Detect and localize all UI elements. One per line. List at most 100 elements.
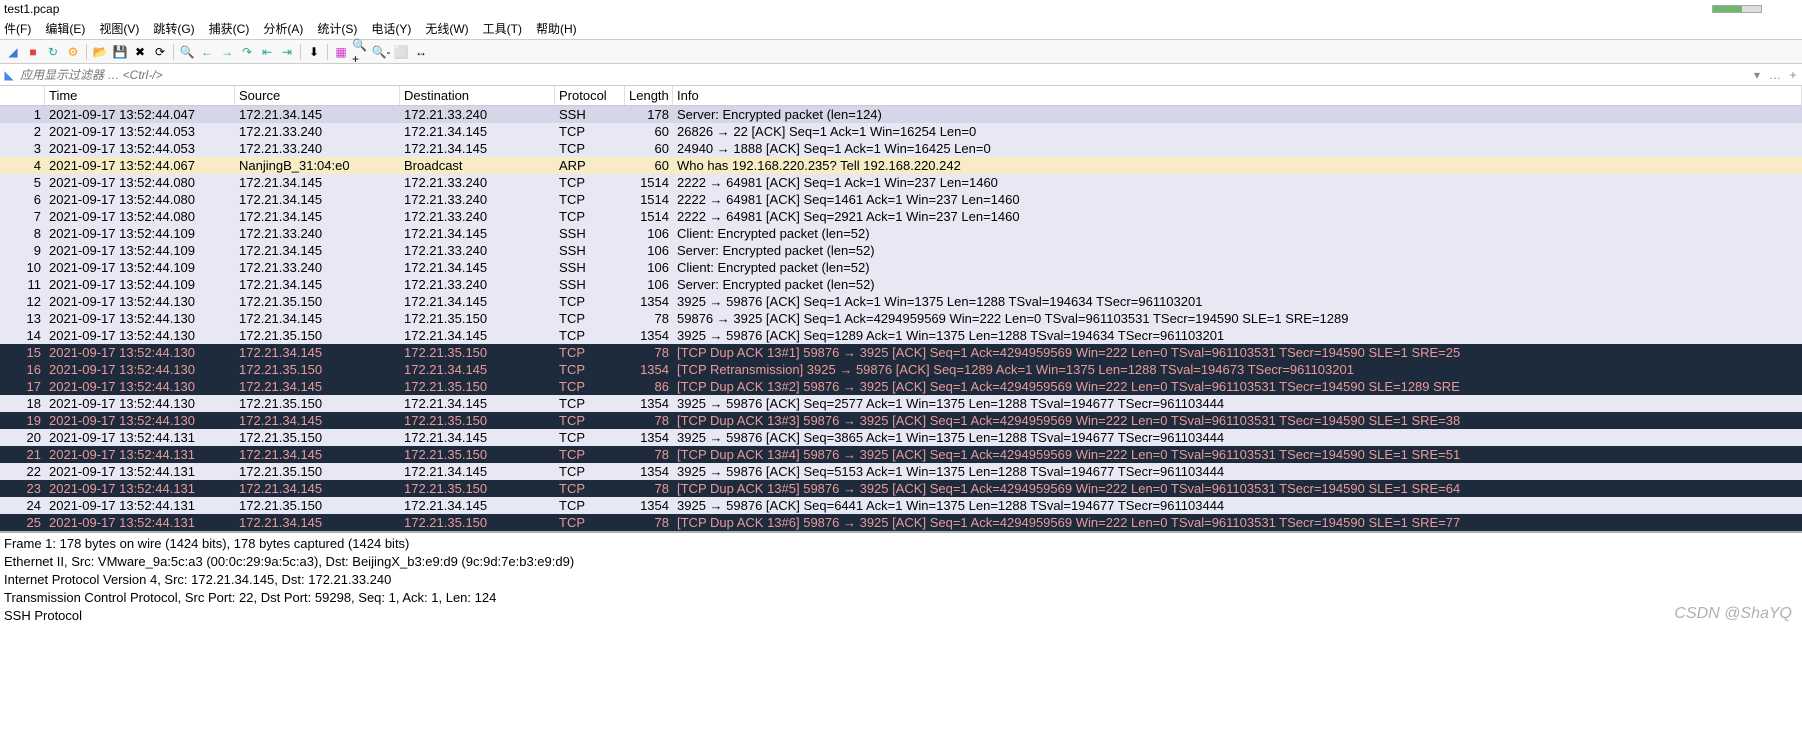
packet-row[interactable]: 172021-09-17 13:52:44.130172.21.34.14517… bbox=[0, 378, 1802, 395]
cell-len: 86 bbox=[625, 378, 673, 395]
packet-row[interactable]: 12021-09-17 13:52:44.047172.21.34.145172… bbox=[0, 106, 1802, 123]
col-header-source[interactable]: Source bbox=[235, 86, 400, 105]
packet-row[interactable]: 32021-09-17 13:52:44.053172.21.33.240172… bbox=[0, 140, 1802, 157]
save-file-icon[interactable]: 💾 bbox=[111, 43, 129, 61]
go-last-icon[interactable]: ⇥ bbox=[278, 43, 296, 61]
stop-capture-icon[interactable]: ■ bbox=[24, 43, 42, 61]
packet-row[interactable]: 142021-09-17 13:52:44.130172.21.35.15017… bbox=[0, 327, 1802, 344]
packet-row[interactable]: 202021-09-17 13:52:44.131172.21.35.15017… bbox=[0, 429, 1802, 446]
cell-time: 2021-09-17 13:52:44.130 bbox=[45, 327, 235, 344]
detail-ip[interactable]: Internet Protocol Version 4, Src: 172.21… bbox=[4, 571, 1798, 589]
go-first-icon[interactable]: ⇤ bbox=[258, 43, 276, 61]
auto-scroll-icon[interactable]: ⬇ bbox=[305, 43, 323, 61]
window-title: test1.pcap bbox=[4, 2, 59, 16]
cell-len: 1514 bbox=[625, 191, 673, 208]
display-filter-input[interactable] bbox=[18, 66, 1748, 84]
packet-row[interactable]: 92021-09-17 13:52:44.109172.21.34.145172… bbox=[0, 242, 1802, 259]
packet-row[interactable]: 152021-09-17 13:52:44.130172.21.34.14517… bbox=[0, 344, 1802, 361]
packet-row[interactable]: 52021-09-17 13:52:44.080172.21.34.145172… bbox=[0, 174, 1802, 191]
col-header-length[interactable]: Length bbox=[625, 86, 673, 105]
cell-src: 172.21.34.145 bbox=[235, 208, 400, 225]
packet-row[interactable]: 42021-09-17 13:52:44.067NanjingB_31:04:e… bbox=[0, 157, 1802, 174]
cell-time: 2021-09-17 13:52:44.130 bbox=[45, 293, 235, 310]
find-packet-icon[interactable]: 🔍 bbox=[178, 43, 196, 61]
detail-ethernet[interactable]: Ethernet II, Src: VMware_9a:5c:a3 (00:0c… bbox=[4, 553, 1798, 571]
packet-row[interactable]: 182021-09-17 13:52:44.130172.21.35.15017… bbox=[0, 395, 1802, 412]
cell-time: 2021-09-17 13:52:44.080 bbox=[45, 191, 235, 208]
col-header-no[interactable] bbox=[0, 86, 45, 105]
packet-row[interactable]: 62021-09-17 13:52:44.080172.21.34.145172… bbox=[0, 191, 1802, 208]
packet-row[interactable]: 82021-09-17 13:52:44.109172.21.33.240172… bbox=[0, 225, 1802, 242]
cell-time: 2021-09-17 13:52:44.109 bbox=[45, 276, 235, 293]
packet-row[interactable]: 252021-09-17 13:52:44.131172.21.34.14517… bbox=[0, 514, 1802, 531]
cell-info: [TCP Dup ACK 13#3] 59876 → 3925 [ACK] Se… bbox=[673, 412, 1802, 429]
packet-details[interactable]: Frame 1: 178 bytes on wire (1424 bits), … bbox=[0, 531, 1802, 627]
packet-row[interactable]: 192021-09-17 13:52:44.130172.21.34.14517… bbox=[0, 412, 1802, 429]
cell-no: 7 bbox=[0, 208, 45, 225]
menu-capture[interactable]: 捕获(C) bbox=[209, 20, 250, 37]
cell-time: 2021-09-17 13:52:44.131 bbox=[45, 480, 235, 497]
cell-no: 10 bbox=[0, 259, 45, 276]
packet-row[interactable]: 212021-09-17 13:52:44.131172.21.34.14517… bbox=[0, 446, 1802, 463]
menu-tools[interactable]: 工具(T) bbox=[483, 20, 522, 37]
menu-telephony[interactable]: 电话(Y) bbox=[371, 20, 411, 37]
cell-src: 172.21.34.145 bbox=[235, 106, 400, 123]
colorize-icon[interactable]: ▦ bbox=[332, 43, 350, 61]
cell-info: 2222 → 64981 [ACK] Seq=1 Ack=1 Win=237 L… bbox=[673, 174, 1802, 191]
bookmark-icon[interactable]: ◣ bbox=[0, 68, 18, 82]
col-header-info[interactable]: Info bbox=[673, 86, 1802, 105]
menu-edit[interactable]: 编辑(E) bbox=[45, 20, 85, 37]
packet-row[interactable]: 22021-09-17 13:52:44.053172.21.33.240172… bbox=[0, 123, 1802, 140]
menu-help[interactable]: 帮助(H) bbox=[536, 20, 577, 37]
cell-no: 21 bbox=[0, 446, 45, 463]
cell-info: 3925 → 59876 [ACK] Seq=1289 Ack=1 Win=13… bbox=[673, 327, 1802, 344]
restart-capture-icon[interactable]: ↻ bbox=[44, 43, 62, 61]
col-header-protocol[interactable]: Protocol bbox=[555, 86, 625, 105]
col-header-destination[interactable]: Destination bbox=[400, 86, 555, 105]
filter-add-icon[interactable]: + bbox=[1784, 68, 1802, 82]
packet-row[interactable]: 232021-09-17 13:52:44.131172.21.34.14517… bbox=[0, 480, 1802, 497]
go-back-icon[interactable]: ← bbox=[198, 43, 216, 61]
capture-options-icon[interactable]: ⚙ bbox=[64, 43, 82, 61]
cell-proto: TCP bbox=[555, 378, 625, 395]
open-file-icon[interactable]: 📂 bbox=[91, 43, 109, 61]
packet-row[interactable]: 122021-09-17 13:52:44.130172.21.35.15017… bbox=[0, 293, 1802, 310]
start-capture-icon[interactable]: ◢ bbox=[4, 43, 22, 61]
go-to-packet-icon[interactable]: ↷ bbox=[238, 43, 256, 61]
cell-dst: 172.21.35.150 bbox=[400, 514, 555, 531]
detail-tcp[interactable]: Transmission Control Protocol, Src Port:… bbox=[4, 589, 1798, 607]
go-forward-icon[interactable]: → bbox=[218, 43, 236, 61]
cell-src: 172.21.34.145 bbox=[235, 378, 400, 395]
packet-row[interactable]: 112021-09-17 13:52:44.109172.21.34.14517… bbox=[0, 276, 1802, 293]
packet-row[interactable]: 242021-09-17 13:52:44.131172.21.35.15017… bbox=[0, 497, 1802, 514]
close-file-icon[interactable]: ✖ bbox=[131, 43, 149, 61]
detail-frame[interactable]: Frame 1: 178 bytes on wire (1424 bits), … bbox=[4, 535, 1798, 553]
menu-analyze[interactable]: 分析(A) bbox=[263, 20, 303, 37]
menu-go[interactable]: 跳转(G) bbox=[153, 20, 194, 37]
filter-dropdown-icon[interactable]: ▾ bbox=[1748, 68, 1766, 82]
packet-list-header[interactable]: Time Source Destination Protocol Length … bbox=[0, 86, 1802, 106]
reload-icon[interactable]: ⟳ bbox=[151, 43, 169, 61]
packet-row[interactable]: 132021-09-17 13:52:44.130172.21.34.14517… bbox=[0, 310, 1802, 327]
zoom-reset-icon[interactable]: ⬜ bbox=[392, 43, 410, 61]
packet-row[interactable]: 222021-09-17 13:52:44.131172.21.35.15017… bbox=[0, 463, 1802, 480]
packet-row[interactable]: 102021-09-17 13:52:44.109172.21.33.24017… bbox=[0, 259, 1802, 276]
cell-dst: 172.21.34.145 bbox=[400, 140, 555, 157]
packet-row[interactable]: 162021-09-17 13:52:44.130172.21.35.15017… bbox=[0, 361, 1802, 378]
menu-file[interactable]: 件(F) bbox=[4, 20, 31, 37]
filter-expression-icon[interactable]: … bbox=[1766, 68, 1784, 82]
detail-ssh[interactable]: SSH Protocol bbox=[4, 607, 1798, 625]
zoom-out-icon[interactable]: 🔍- bbox=[372, 43, 390, 61]
resize-columns-icon[interactable]: ↔ bbox=[412, 43, 430, 61]
zoom-in-icon[interactable]: 🔍+ bbox=[352, 43, 370, 61]
menu-wireless[interactable]: 无线(W) bbox=[425, 20, 468, 37]
packet-row[interactable]: 72021-09-17 13:52:44.080172.21.34.145172… bbox=[0, 208, 1802, 225]
col-header-time[interactable]: Time bbox=[45, 86, 235, 105]
menu-statistics[interactable]: 统计(S) bbox=[317, 20, 357, 37]
cell-time: 2021-09-17 13:52:44.053 bbox=[45, 140, 235, 157]
packet-list[interactable]: Time Source Destination Protocol Length … bbox=[0, 86, 1802, 531]
menu-view[interactable]: 视图(V) bbox=[99, 20, 139, 37]
cell-no: 13 bbox=[0, 310, 45, 327]
cell-src: 172.21.34.145 bbox=[235, 446, 400, 463]
cell-len: 1354 bbox=[625, 361, 673, 378]
